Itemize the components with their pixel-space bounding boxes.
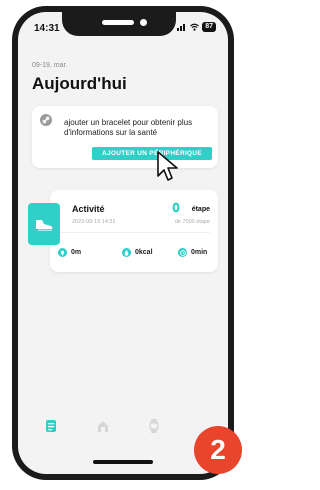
duration-metric: 0min [178, 248, 207, 257]
steps-goal: de 7000 étape [174, 219, 210, 225]
link-icon [40, 114, 52, 126]
today-tab[interactable] [41, 416, 61, 436]
shoe-icon [28, 203, 60, 245]
notch-speaker [102, 20, 134, 25]
wifi-icon [190, 23, 200, 31]
app-screen: 14:31 87 09-19, mar. Aujourd'hui ajouter… [18, 12, 228, 474]
status-time: 14:31 [34, 23, 60, 34]
duration-value: 0min [191, 249, 208, 256]
mouse-cursor-icon [157, 151, 178, 181]
home-indicator [93, 460, 153, 464]
phone-frame: 14:31 87 09-19, mar. Aujourd'hui ajouter… [12, 6, 234, 480]
add-device-button[interactable]: AJOUTER UN PÉRIPHÉRIQUE [92, 147, 212, 160]
today-icon [46, 420, 56, 432]
activity-title: Activité [72, 204, 105, 214]
watch-icon [149, 419, 159, 433]
signal-icon [177, 24, 186, 31]
location-icon [58, 248, 67, 257]
notch [62, 12, 176, 36]
activity-datetime: 2023-09-19 14:31 [72, 219, 116, 225]
battery-icon: 87 [202, 22, 216, 32]
status-bar: 14:31 87 [18, 12, 228, 38]
health-tab[interactable] [93, 416, 113, 436]
add-bracelet-card: ajouter un bracelet pour obtenir plus d'… [32, 106, 218, 168]
device-tab[interactable] [144, 416, 164, 436]
footprint-icon [172, 202, 180, 213]
activity-card[interactable]: Activité 2023-09-19 14:31 étape de 7000 … [50, 190, 218, 272]
distance-metric: 0m [58, 248, 81, 257]
distance-value: 0m [71, 249, 82, 256]
clock-icon [178, 248, 187, 257]
steps-label: étape [191, 206, 210, 213]
health-icon [98, 420, 108, 432]
date-label: 09-19, mar. [32, 62, 68, 69]
calories-value: 0kcal [135, 249, 153, 256]
flame-icon [122, 248, 131, 257]
bracelet-prompt-text: ajouter un bracelet pour obtenir plus d'… [64, 118, 193, 137]
status-icons: 87 [177, 21, 216, 33]
notch-camera [140, 19, 147, 26]
page-title: Aujourd'hui [32, 74, 127, 93]
step-number-badge: 2 [194, 426, 242, 474]
divider [58, 232, 210, 233]
calories-metric: 0kcal [122, 248, 153, 257]
